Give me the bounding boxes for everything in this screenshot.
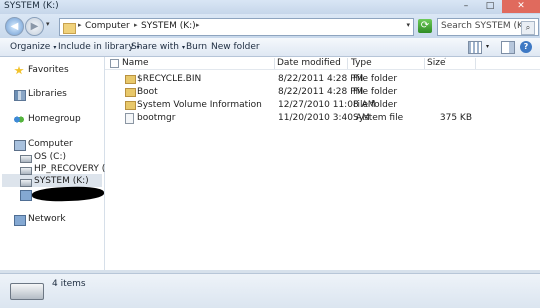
file-type: File folder — [353, 74, 398, 84]
network-drive-icon — [20, 190, 32, 201]
file-row[interactable]: Boot 8/22/2011 4:28 PM File folder — [105, 86, 540, 98]
sidebar-item-network[interactable]: Network — [0, 214, 104, 226]
column-header-date-modified[interactable]: Date modified — [277, 58, 348, 69]
drive-icon — [20, 155, 32, 163]
new-folder-button[interactable]: New folder — [211, 42, 260, 52]
network-icon — [14, 215, 26, 226]
select-all-checkbox[interactable] — [110, 59, 119, 68]
system-file-icon — [125, 113, 134, 124]
libraries-icon — [14, 90, 26, 101]
sidebar-item-label: OS (C:) — [34, 152, 66, 162]
computer-icon — [14, 140, 26, 151]
organize-label: Organize — [10, 42, 51, 52]
file-type: File folder — [353, 87, 398, 97]
file-name: $RECYCLE.BIN — [137, 74, 202, 84]
sort-indicator-icon: ˄ — [444, 58, 447, 64]
search-input[interactable]: Search SYSTEM (K:) ⌕ — [437, 18, 539, 36]
details-pane: 4 items — [0, 273, 540, 308]
sidebar-item-label: Network — [28, 214, 66, 224]
breadcrumb-computer[interactable]: Computer — [85, 21, 130, 31]
explorer-window: SYSTEM (K:) – □ ✕ ◀ ▶ ▾ ▸ Computer ▸ SYS… — [0, 0, 540, 308]
window-title: SYSTEM (K:) — [4, 1, 59, 11]
command-bar: Organize ▾ Include in library ▾ Share with… — [0, 38, 540, 57]
include-in-library-label: Include in library — [58, 42, 134, 52]
sidebar-item-label: Libraries — [28, 89, 67, 99]
burn-button[interactable]: Burn — [186, 42, 207, 52]
folder-icon — [63, 23, 76, 34]
sidebar-item-computer[interactable]: Computer — [0, 139, 104, 151]
homegroup-icon — [14, 115, 24, 124]
folder-icon — [125, 75, 136, 84]
include-in-library-button[interactable]: Include in library ▾ — [58, 42, 140, 52]
chevron-down-icon: ▾ — [53, 44, 57, 51]
column-header-name[interactable]: Name — [122, 58, 275, 69]
navigation-bar: ◀ ▶ ▾ ▸ Computer ▸ SYSTEM (K:) ▸ ▾ ⟳ Sea… — [0, 14, 540, 38]
column-header-type[interactable]: Type — [351, 58, 425, 69]
address-dropdown-icon[interactable]: ▾ — [406, 21, 410, 29]
search-placeholder: Search SYSTEM (K:) — [441, 21, 530, 31]
organize-button[interactable]: Organize ▾ — [10, 42, 56, 52]
address-bar[interactable]: ▸ Computer ▸ SYSTEM (K:) ▸ ▾ — [59, 18, 414, 36]
file-name: Boot — [137, 87, 158, 97]
sidebar-item-label: Favorites — [28, 65, 69, 75]
file-list: Name Date modified Type Size ˄ $RECYCLE.… — [105, 57, 540, 270]
sidebar-item-label: Computer — [28, 139, 73, 149]
title-bar: SYSTEM (K:) – □ ✕ — [0, 0, 540, 14]
sidebar-item-libraries[interactable]: Libraries — [0, 89, 104, 101]
share-with-label: Share with — [131, 42, 179, 52]
sidebar-item-label: Homegroup — [28, 114, 81, 124]
help-icon[interactable]: ? — [520, 41, 532, 53]
share-with-button[interactable]: Share with ▾ — [131, 42, 185, 52]
maximize-button[interactable]: □ — [478, 0, 502, 13]
sidebar-item-homegroup[interactable]: Homegroup — [0, 114, 104, 126]
column-header-size[interactable]: Size — [427, 58, 476, 69]
refresh-button[interactable]: ⟳ — [418, 19, 432, 33]
folder-icon — [125, 101, 136, 110]
file-type: File folder — [353, 100, 398, 110]
breadcrumb-drive[interactable]: SYSTEM (K:) — [141, 21, 196, 31]
navigation-pane: Favorites Libraries Homegroup Computer O… — [0, 57, 119, 270]
view-options-dropdown-icon[interactable]: ▾ — [486, 43, 489, 50]
star-icon — [14, 66, 24, 75]
folder-icon — [125, 88, 136, 97]
file-row[interactable]: bootmgr 11/20/2010 3:40 AM System file 3… — [105, 112, 540, 124]
file-type: System file — [353, 113, 404, 123]
file-row[interactable]: System Volume Information 12/27/2010 11:… — [105, 99, 540, 111]
change-view-icon[interactable] — [468, 41, 482, 54]
sidebar-item-drive-d[interactable]: HP_RECOVERY (D:) — [0, 164, 119, 176]
drive-icon — [20, 179, 32, 187]
search-icon[interactable]: ⌕ — [521, 21, 535, 35]
recent-pages-dropdown[interactable]: ▾ — [46, 20, 50, 28]
file-date: 8/22/2011 4:28 PM — [278, 74, 364, 84]
column-header-row: Name Date modified Type Size ˄ — [105, 57, 540, 70]
drive-icon — [10, 283, 44, 300]
drive-icon — [20, 167, 32, 175]
breadcrumb-separator-icon[interactable]: ▸ — [134, 21, 138, 29]
preview-pane-icon[interactable] — [501, 41, 515, 54]
sidebar-item-drive-c[interactable]: OS (C:) — [0, 152, 104, 164]
file-name: bootmgr — [137, 113, 176, 123]
file-size: 375 KB — [439, 113, 472, 123]
breadcrumb-separator-icon[interactable]: ▸ — [78, 21, 82, 29]
file-name: System Volume Information — [137, 100, 262, 110]
breadcrumb-separator-icon[interactable]: ▸ — [196, 21, 200, 29]
file-row[interactable]: $RECYCLE.BIN 8/22/2011 4:28 PM File fold… — [105, 73, 540, 85]
sidebar-item-favorites[interactable]: Favorites — [0, 65, 104, 77]
back-button[interactable]: ◀ — [5, 17, 24, 36]
chevron-down-icon: ▾ — [181, 44, 185, 51]
file-date: 8/22/2011 4:28 PM — [278, 87, 364, 97]
sidebar-item-label: SYSTEM (K:) — [34, 176, 89, 186]
close-button[interactable]: ✕ — [502, 0, 540, 13]
item-count: 4 items — [52, 279, 86, 289]
forward-button[interactable]: ▶ — [25, 17, 44, 36]
minimize-button[interactable]: – — [454, 0, 478, 13]
